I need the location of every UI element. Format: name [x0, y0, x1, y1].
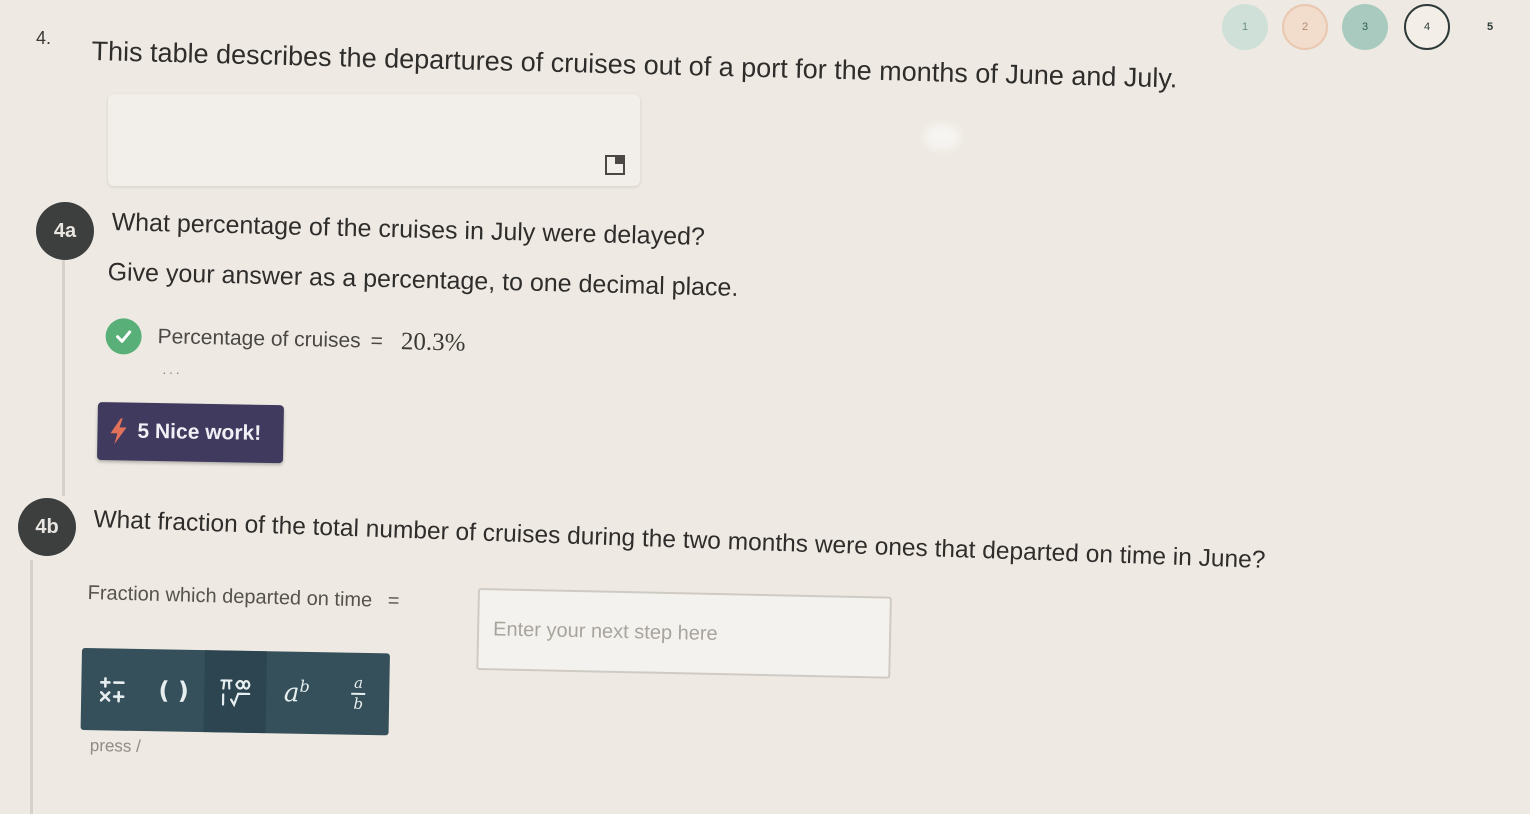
part-4b-badge: 4b: [18, 498, 76, 556]
part-4a-badge: 4a: [36, 202, 94, 260]
step-progress: 1 2 3 4 5: [1218, 4, 1518, 56]
part-4a-answer-value: 20.3%: [400, 328, 466, 357]
equals-sign: =: [387, 589, 400, 613]
step-1-button[interactable]: 1: [1222, 4, 1268, 50]
fraction-icon: a b: [351, 673, 366, 713]
more-options-icon[interactable]: ···: [162, 364, 182, 380]
step-5-button[interactable]: 5: [1470, 4, 1510, 50]
question-intro: This table describes the departures of c…: [91, 36, 1178, 94]
fraction-button[interactable]: a b: [327, 652, 390, 735]
part-4b-connector: [30, 560, 33, 814]
data-table-panel: [108, 94, 640, 186]
exponent-base: a: [283, 678, 300, 709]
expand-icon[interactable]: [604, 154, 626, 176]
step-3-button[interactable]: 3: [1342, 4, 1388, 50]
part-4b-answer-label-text: Fraction which departed on time: [87, 582, 373, 612]
pi-infinity-root-icon: [220, 679, 251, 708]
plus-minus-times-icon: [99, 677, 125, 703]
part-4a-connector: [62, 260, 65, 496]
screen-glare: [924, 124, 960, 150]
part-4a-prompt: What percentage of the cruises in July w…: [111, 208, 706, 252]
keyboard-hint: press /: [89, 736, 142, 756]
feedback-text: 5 Nice work!: [137, 419, 262, 445]
exponent-power: b: [299, 676, 310, 697]
part-4a-answer: Percentage of cruises = 20.3%: [105, 318, 466, 362]
step-2-button[interactable]: 2: [1282, 4, 1328, 50]
question-number: 4.: [36, 28, 52, 48]
feedback-badge: 5 Nice work!: [96, 402, 284, 464]
equals-sign: =: [370, 329, 384, 353]
lightning-icon: [110, 418, 127, 445]
fraction-denominator: b: [353, 694, 364, 713]
part-4a-answer-label: Percentage of cruises: [157, 325, 361, 353]
symbols-button[interactable]: [203, 650, 267, 734]
part-4a-instruction: Give your answer as a percentage, to one…: [107, 258, 739, 302]
step-4-button-current[interactable]: 4: [1404, 4, 1450, 50]
exponent-icon: ab: [284, 677, 310, 709]
parentheses-button[interactable]: ( ): [142, 649, 205, 732]
parentheses-icon: ( ): [158, 676, 190, 705]
answer-input[interactable]: [476, 588, 892, 679]
math-toolbar: ( ) ab a b: [80, 648, 390, 736]
fraction-numerator: a: [353, 673, 364, 692]
exponent-button[interactable]: ab: [265, 651, 328, 734]
part-4b-answer-label: Fraction which departed on time =: [87, 582, 399, 613]
part-4b-prompt: What fraction of the total number of cru…: [93, 506, 1266, 574]
check-icon: [105, 318, 142, 355]
operators-button[interactable]: [81, 648, 144, 731]
